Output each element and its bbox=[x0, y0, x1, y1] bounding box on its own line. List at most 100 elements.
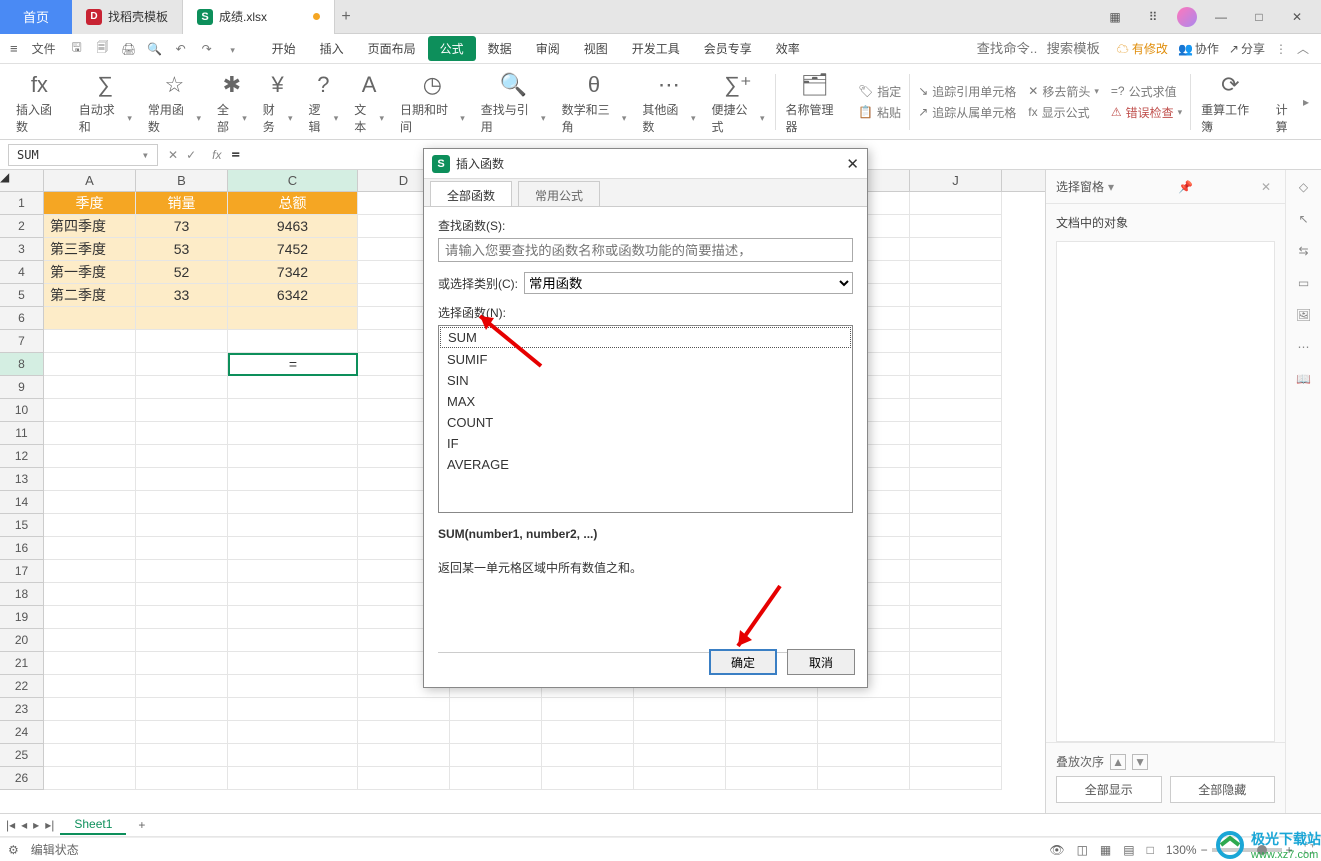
cell[interactable] bbox=[910, 675, 1002, 698]
cell[interactable] bbox=[818, 721, 910, 744]
tool-more-icon[interactable]: ⋯ bbox=[1298, 340, 1310, 354]
dialog-ok-button[interactable]: 确定 bbox=[709, 649, 777, 675]
tool-book-icon[interactable]: 📖 bbox=[1296, 372, 1311, 386]
cell[interactable] bbox=[136, 629, 228, 652]
cell[interactable] bbox=[44, 537, 136, 560]
print-icon[interactable]: 🖨 bbox=[118, 42, 140, 56]
sheet-next-icon[interactable]: ▸ bbox=[33, 818, 39, 832]
minimize-button[interactable]: — bbox=[1207, 3, 1235, 31]
cell[interactable] bbox=[910, 537, 1002, 560]
cell[interactable]: 第三季度 bbox=[44, 238, 136, 261]
view-reading-icon[interactable]: □ bbox=[1147, 843, 1154, 857]
common-functions-button[interactable]: ☆常用函数 bbox=[140, 68, 209, 135]
cell[interactable]: 季度 bbox=[44, 192, 136, 215]
cell[interactable] bbox=[910, 698, 1002, 721]
dialog-tab-all-functions[interactable]: 全部函数 bbox=[430, 181, 512, 206]
app-settings-icon[interactable]: ▦ bbox=[1101, 3, 1129, 31]
sheet-last-icon[interactable]: ▸| bbox=[45, 818, 54, 832]
cell[interactable] bbox=[44, 376, 136, 399]
cell[interactable]: 第四季度 bbox=[44, 215, 136, 238]
cell[interactable]: 73 bbox=[136, 215, 228, 238]
cell[interactable] bbox=[910, 744, 1002, 767]
ribbon-tab-developer[interactable]: 开发工具 bbox=[620, 36, 692, 61]
cell[interactable] bbox=[136, 675, 228, 698]
search-function-input[interactable] bbox=[438, 238, 853, 262]
ribbon-tab-data[interactable]: 数据 bbox=[476, 36, 524, 61]
cell[interactable] bbox=[910, 261, 1002, 284]
trace-dependents-button[interactable]: ↗ 追踪从属单元格 bbox=[918, 104, 1016, 121]
select-all-corner[interactable]: ◢ bbox=[0, 170, 44, 191]
cell[interactable] bbox=[910, 491, 1002, 514]
cell[interactable] bbox=[44, 307, 136, 330]
ribbon-tab-efficiency[interactable]: 效率 bbox=[764, 36, 812, 61]
cell[interactable] bbox=[634, 721, 726, 744]
row-header[interactable]: 22 bbox=[0, 675, 44, 698]
cell[interactable] bbox=[136, 376, 228, 399]
cell[interactable]: 7342 bbox=[228, 261, 358, 284]
tool-cursor-icon[interactable]: ↖ bbox=[1298, 212, 1308, 226]
cell[interactable] bbox=[910, 330, 1002, 353]
objects-list[interactable] bbox=[1056, 241, 1275, 742]
cell[interactable] bbox=[136, 353, 228, 376]
cell[interactable] bbox=[818, 744, 910, 767]
cell[interactable] bbox=[910, 307, 1002, 330]
tool-ruler-icon[interactable]: ▭ bbox=[1298, 276, 1309, 290]
cell[interactable] bbox=[726, 698, 818, 721]
view-normal-icon[interactable]: ▦ bbox=[1100, 843, 1111, 857]
avatar[interactable] bbox=[1177, 7, 1197, 27]
cell[interactable]: 第二季度 bbox=[44, 284, 136, 307]
cell[interactable] bbox=[910, 583, 1002, 606]
insert-function-button[interactable]: fx插入函数 bbox=[8, 68, 71, 135]
function-list-item[interactable]: COUNT bbox=[439, 412, 852, 433]
view-page-icon[interactable]: ▤ bbox=[1123, 843, 1134, 857]
cell[interactable] bbox=[634, 698, 726, 721]
col-header-B[interactable]: B bbox=[136, 170, 228, 191]
row-header[interactable]: 17 bbox=[0, 560, 44, 583]
cell[interactable]: 53 bbox=[136, 238, 228, 261]
share-button[interactable]: ↗ 分享 bbox=[1229, 40, 1265, 57]
cell[interactable] bbox=[44, 583, 136, 606]
logical-button[interactable]: ?逻辑 bbox=[300, 68, 346, 135]
ribbon-tab-view[interactable]: 视图 bbox=[572, 36, 620, 61]
cell[interactable] bbox=[136, 537, 228, 560]
cell[interactable] bbox=[44, 330, 136, 353]
cell[interactable] bbox=[44, 353, 136, 376]
cell[interactable] bbox=[44, 445, 136, 468]
cell[interactable] bbox=[228, 744, 358, 767]
cell[interactable] bbox=[136, 491, 228, 514]
date-time-button[interactable]: ◷日期和时间 bbox=[392, 68, 473, 135]
cell[interactable] bbox=[136, 468, 228, 491]
row-header[interactable]: 7 bbox=[0, 330, 44, 353]
cell[interactable]: 第一季度 bbox=[44, 261, 136, 284]
cell[interactable]: = bbox=[228, 353, 358, 376]
cell[interactable] bbox=[228, 514, 358, 537]
file-tab[interactable]: S 成绩.xlsx bbox=[183, 0, 335, 34]
row-header[interactable]: 10 bbox=[0, 399, 44, 422]
status-settings-icon[interactable]: ⚙ bbox=[8, 843, 19, 857]
cell[interactable] bbox=[136, 399, 228, 422]
search-command-input[interactable] bbox=[977, 41, 1037, 56]
cell[interactable] bbox=[910, 215, 1002, 238]
cell[interactable] bbox=[44, 698, 136, 721]
row-header[interactable]: 2 bbox=[0, 215, 44, 238]
cell[interactable] bbox=[136, 721, 228, 744]
cell[interactable] bbox=[634, 767, 726, 790]
cell[interactable] bbox=[910, 284, 1002, 307]
cell[interactable] bbox=[136, 330, 228, 353]
new-tab-button[interactable]: + bbox=[331, 8, 361, 26]
cell[interactable]: 销量 bbox=[136, 192, 228, 215]
cell[interactable] bbox=[228, 629, 358, 652]
cell[interactable] bbox=[358, 721, 450, 744]
cell[interactable] bbox=[450, 721, 542, 744]
cell[interactable] bbox=[136, 514, 228, 537]
trace-precedents-button[interactable]: ↘ 追踪引用单元格 bbox=[918, 83, 1016, 100]
tool-settings-icon[interactable]: ⇆ bbox=[1298, 244, 1308, 258]
row-header[interactable]: 18 bbox=[0, 583, 44, 606]
row-header[interactable]: 23 bbox=[0, 698, 44, 721]
sheet-tab-sheet1[interactable]: Sheet1 bbox=[60, 815, 126, 835]
cell[interactable] bbox=[44, 560, 136, 583]
function-list-item[interactable]: MAX bbox=[439, 391, 852, 412]
row-header[interactable]: 19 bbox=[0, 606, 44, 629]
cell[interactable] bbox=[228, 721, 358, 744]
cell[interactable] bbox=[228, 767, 358, 790]
